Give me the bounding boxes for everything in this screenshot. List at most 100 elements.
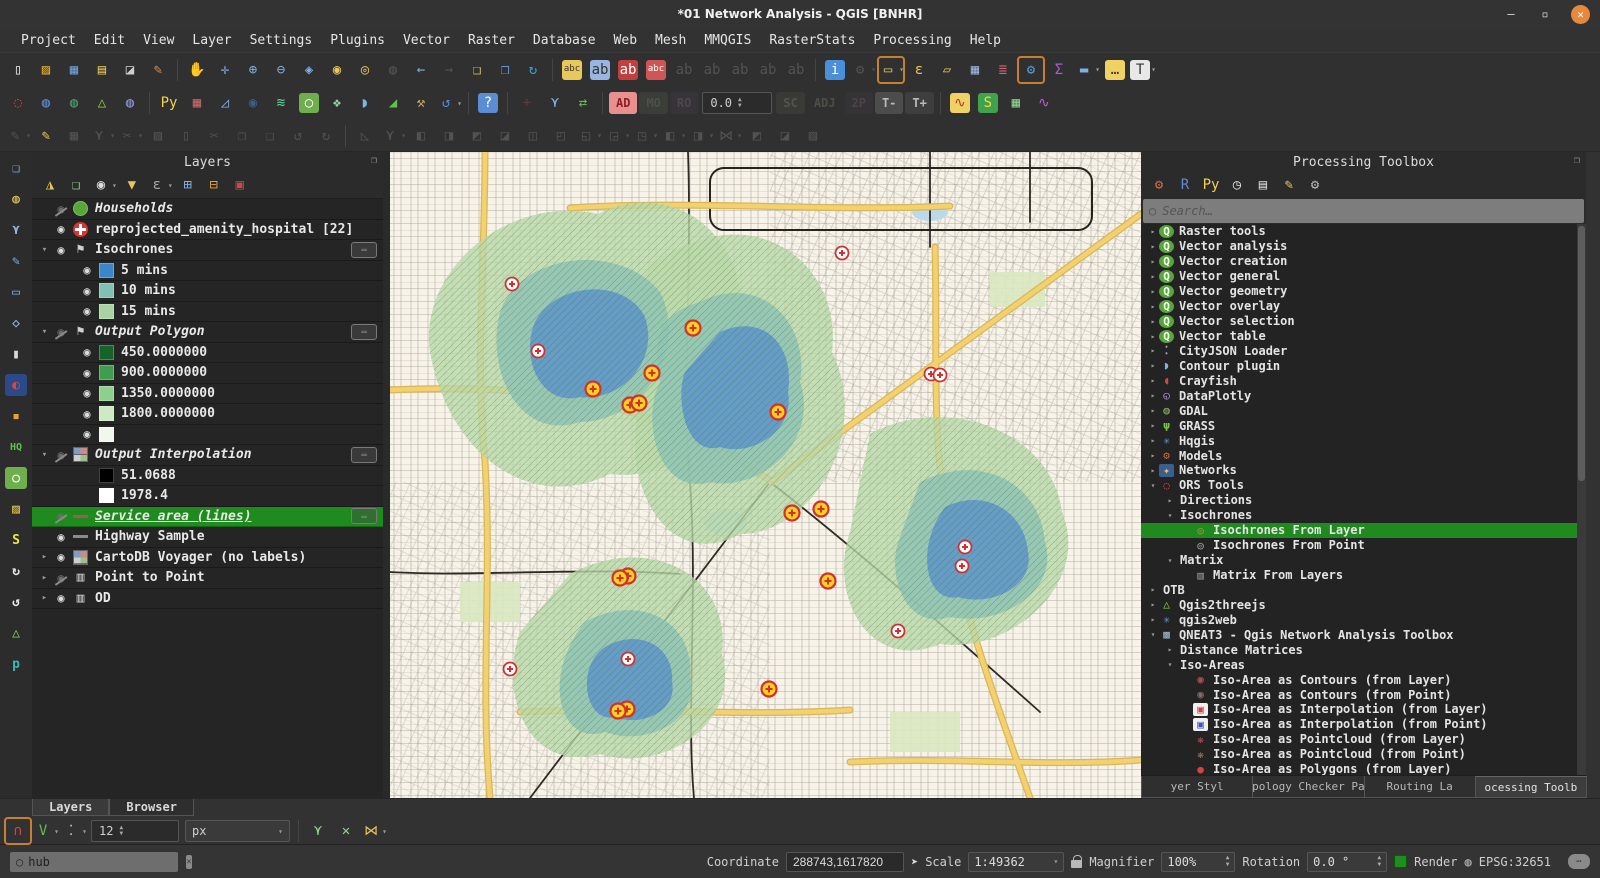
- maximize-button[interactable]: ▫: [1537, 7, 1553, 21]
- layer-visibility-eye-icon[interactable]: ◉: [77, 407, 97, 421]
- digitize-with-segment-button[interactable]: ⋎▾: [89, 123, 115, 149]
- curved-label-button[interactable]: ab: [755, 57, 781, 83]
- text-annotation-button[interactable]: T▾: [1130, 57, 1156, 83]
- attribute-refresh-button[interactable]: ⇄: [570, 90, 596, 116]
- help-contents-button[interactable]: ?: [475, 90, 501, 116]
- layer-visibility-eye-icon[interactable]: ◉: [77, 263, 97, 277]
- mouse-position-icon[interactable]: ➤: [911, 855, 918, 869]
- layer-row[interactable]: ◉900.0000000: [32, 363, 383, 384]
- algorithm-row[interactable]: ◎Isochrones From Layer: [1141, 523, 1586, 538]
- statistics-panel-button[interactable]: Σ: [1046, 57, 1072, 83]
- osm-edit-map-button[interactable]: ▨: [4, 497, 28, 521]
- expander-icon[interactable]: ▸: [1147, 451, 1159, 460]
- text-smaller-button[interactable]: T-: [875, 92, 903, 114]
- layer-visibility-eye-icon[interactable]: ◉: [51, 550, 71, 564]
- layer-visibility-eye-icon[interactable]: ◉: [77, 427, 97, 441]
- algorithm-row[interactable]: ▸◍GDAL: [1141, 403, 1586, 418]
- undo-edit-button[interactable]: ↺: [285, 123, 311, 149]
- crayfish-tools-button[interactable]: ≋: [268, 90, 294, 116]
- algorithm-row[interactable]: ▥Matrix From Layers: [1141, 568, 1586, 583]
- layer-visibility-eye-icon[interactable]: ◉: [51, 509, 71, 523]
- expander-icon[interactable]: ▸: [1147, 317, 1159, 326]
- algorithm-row[interactable]: ▾Iso-Areas: [1141, 657, 1586, 672]
- new-project-button[interactable]: ▯: [5, 57, 31, 83]
- vertex-tool-button[interactable]: ✂▾: [117, 123, 143, 149]
- profile-hammer-button[interactable]: ⚒: [408, 90, 434, 116]
- algorithm-row[interactable]: ▣Iso-Area as Interpolation (from Point): [1141, 717, 1586, 732]
- rotate-feature-button[interactable]: ◧: [408, 123, 434, 149]
- add-part-button[interactable]: ◪: [492, 123, 518, 149]
- ors-tools-button[interactable]: ◌: [5, 90, 31, 116]
- profile-terrain-button[interactable]: ◢: [380, 90, 406, 116]
- minimize-button[interactable]: –: [1503, 7, 1519, 21]
- change-label-properties-button[interactable]: ab: [727, 57, 753, 83]
- zoom-in-button[interactable]: ⊕: [240, 57, 266, 83]
- algorithm-row[interactable]: ▸QVector creation: [1141, 254, 1586, 269]
- search-layers-button[interactable]: ○: [296, 90, 322, 116]
- results-viewer-button[interactable]: ▤: [1252, 174, 1274, 196]
- menu-project[interactable]: Project: [12, 31, 85, 50]
- algorithm-row[interactable]: ●Iso-Area as Polygons (from Layer): [1141, 762, 1586, 775]
- epsg-status[interactable]: EPSG:32651: [1479, 855, 1551, 869]
- processing-search[interactable]: ○: [1143, 199, 1584, 223]
- open-attribute-table-button[interactable]: ▦: [962, 57, 988, 83]
- expander-icon[interactable]: ▸: [1147, 242, 1159, 251]
- open-project-button[interactable]: ▨: [33, 57, 59, 83]
- layer-row[interactable]: 51.0688: [32, 466, 383, 487]
- expander-icon[interactable]: ▸: [38, 552, 51, 562]
- new-spatial-bookmark-button[interactable]: ❏: [464, 57, 490, 83]
- copy-features-button[interactable]: ❐: [229, 123, 255, 149]
- layer-visibility-eye-icon[interactable]: ◉: [51, 222, 71, 236]
- advanced-digitizing-adj-button[interactable]: ADJ: [807, 92, 843, 114]
- open-layer-styling-button[interactable]: ◮: [39, 174, 61, 196]
- tab-layers[interactable]: Layers: [32, 799, 109, 816]
- expander-icon[interactable]: ▸: [1147, 361, 1159, 370]
- save-project-button[interactable]: ▦: [61, 57, 87, 83]
- algorithm-row[interactable]: ▸◗Contour plugin: [1141, 358, 1586, 373]
- layer-visibility-eye-icon[interactable]: ◉: [51, 571, 71, 585]
- algorithm-row[interactable]: ▸QVector general: [1141, 269, 1586, 284]
- algorithm-row[interactable]: ▸QRaster tools: [1141, 224, 1586, 239]
- clear-search-icon[interactable]: ✕: [186, 855, 191, 869]
- layer-indicator-widget[interactable]: ▭: [351, 242, 377, 258]
- fill-ring-button[interactable]: ◫: [520, 123, 546, 149]
- algorithm-row[interactable]: ▸✳qgis2web: [1141, 612, 1586, 627]
- pin-labels-button[interactable]: ab: [615, 57, 641, 83]
- options-wrench-button[interactable]: ⚙: [1304, 174, 1326, 196]
- layer-row[interactable]: ▸◉▥Point to Point: [32, 568, 383, 589]
- algorithm-row[interactable]: ▾Matrix: [1141, 553, 1586, 568]
- contour-tool-button[interactable]: ◗: [352, 90, 378, 116]
- delete-selected-button[interactable]: ▯: [173, 123, 199, 149]
- spin-arrows-icon[interactable]: ▲▼: [119, 825, 123, 838]
- algorithm-row[interactable]: ▾▩QNEAT3 - Qgis Network Analysis Toolbox: [1141, 627, 1586, 642]
- layer-visibility-eye-icon[interactable]: ◉: [77, 366, 97, 380]
- algorithm-row[interactable]: ❋Iso-Area as Pointcloud (from Layer): [1141, 732, 1586, 747]
- panel-float-icon[interactable]: ❐: [371, 155, 377, 166]
- layer-row[interactable]: ◉: [32, 425, 383, 446]
- expander-icon[interactable]: ▸: [38, 573, 51, 583]
- tab-routing-layer[interactable]: Routing La: [1364, 776, 1476, 798]
- paste-features-button[interactable]: ❏: [257, 123, 283, 149]
- algorithm-row[interactable]: ▸OTB: [1141, 583, 1586, 598]
- expander-icon[interactable]: ▸: [1147, 391, 1159, 400]
- layer-visibility-eye-icon[interactable]: ◉: [77, 345, 97, 359]
- split-features-button[interactable]: ✂: [201, 123, 227, 149]
- algorithm-row[interactable]: ▸QVector geometry: [1141, 284, 1586, 299]
- expander-icon[interactable]: ▸: [1147, 406, 1159, 415]
- bnhr-flag-button[interactable]: ◐: [4, 373, 28, 397]
- models-menu-button[interactable]: ⚙: [1148, 174, 1170, 196]
- geocoding-tool-button[interactable]: ◍: [4, 187, 28, 211]
- redo-edit-button[interactable]: ↻: [313, 123, 339, 149]
- undo-map-button[interactable]: ↺▾: [436, 90, 462, 116]
- field-calculator-button[interactable]: ≣: [990, 57, 1016, 83]
- expander-icon[interactable]: ▸: [1164, 645, 1176, 654]
- layer-row[interactable]: 1978.4: [32, 486, 383, 507]
- snapping-toggle-button[interactable]: ∩: [5, 818, 31, 844]
- expander-icon[interactable]: ▾: [1164, 511, 1176, 520]
- menu-vector[interactable]: Vector: [394, 31, 459, 50]
- rotate-point-symbols-button[interactable]: ◩: [744, 123, 770, 149]
- osm-place-search-button[interactable]: ◉: [240, 90, 266, 116]
- expander-icon[interactable]: ▾: [38, 327, 51, 337]
- data-profile-chart-button[interactable]: ∿: [1031, 90, 1057, 116]
- layer-row[interactable]: ◉1350.0000000: [32, 384, 383, 405]
